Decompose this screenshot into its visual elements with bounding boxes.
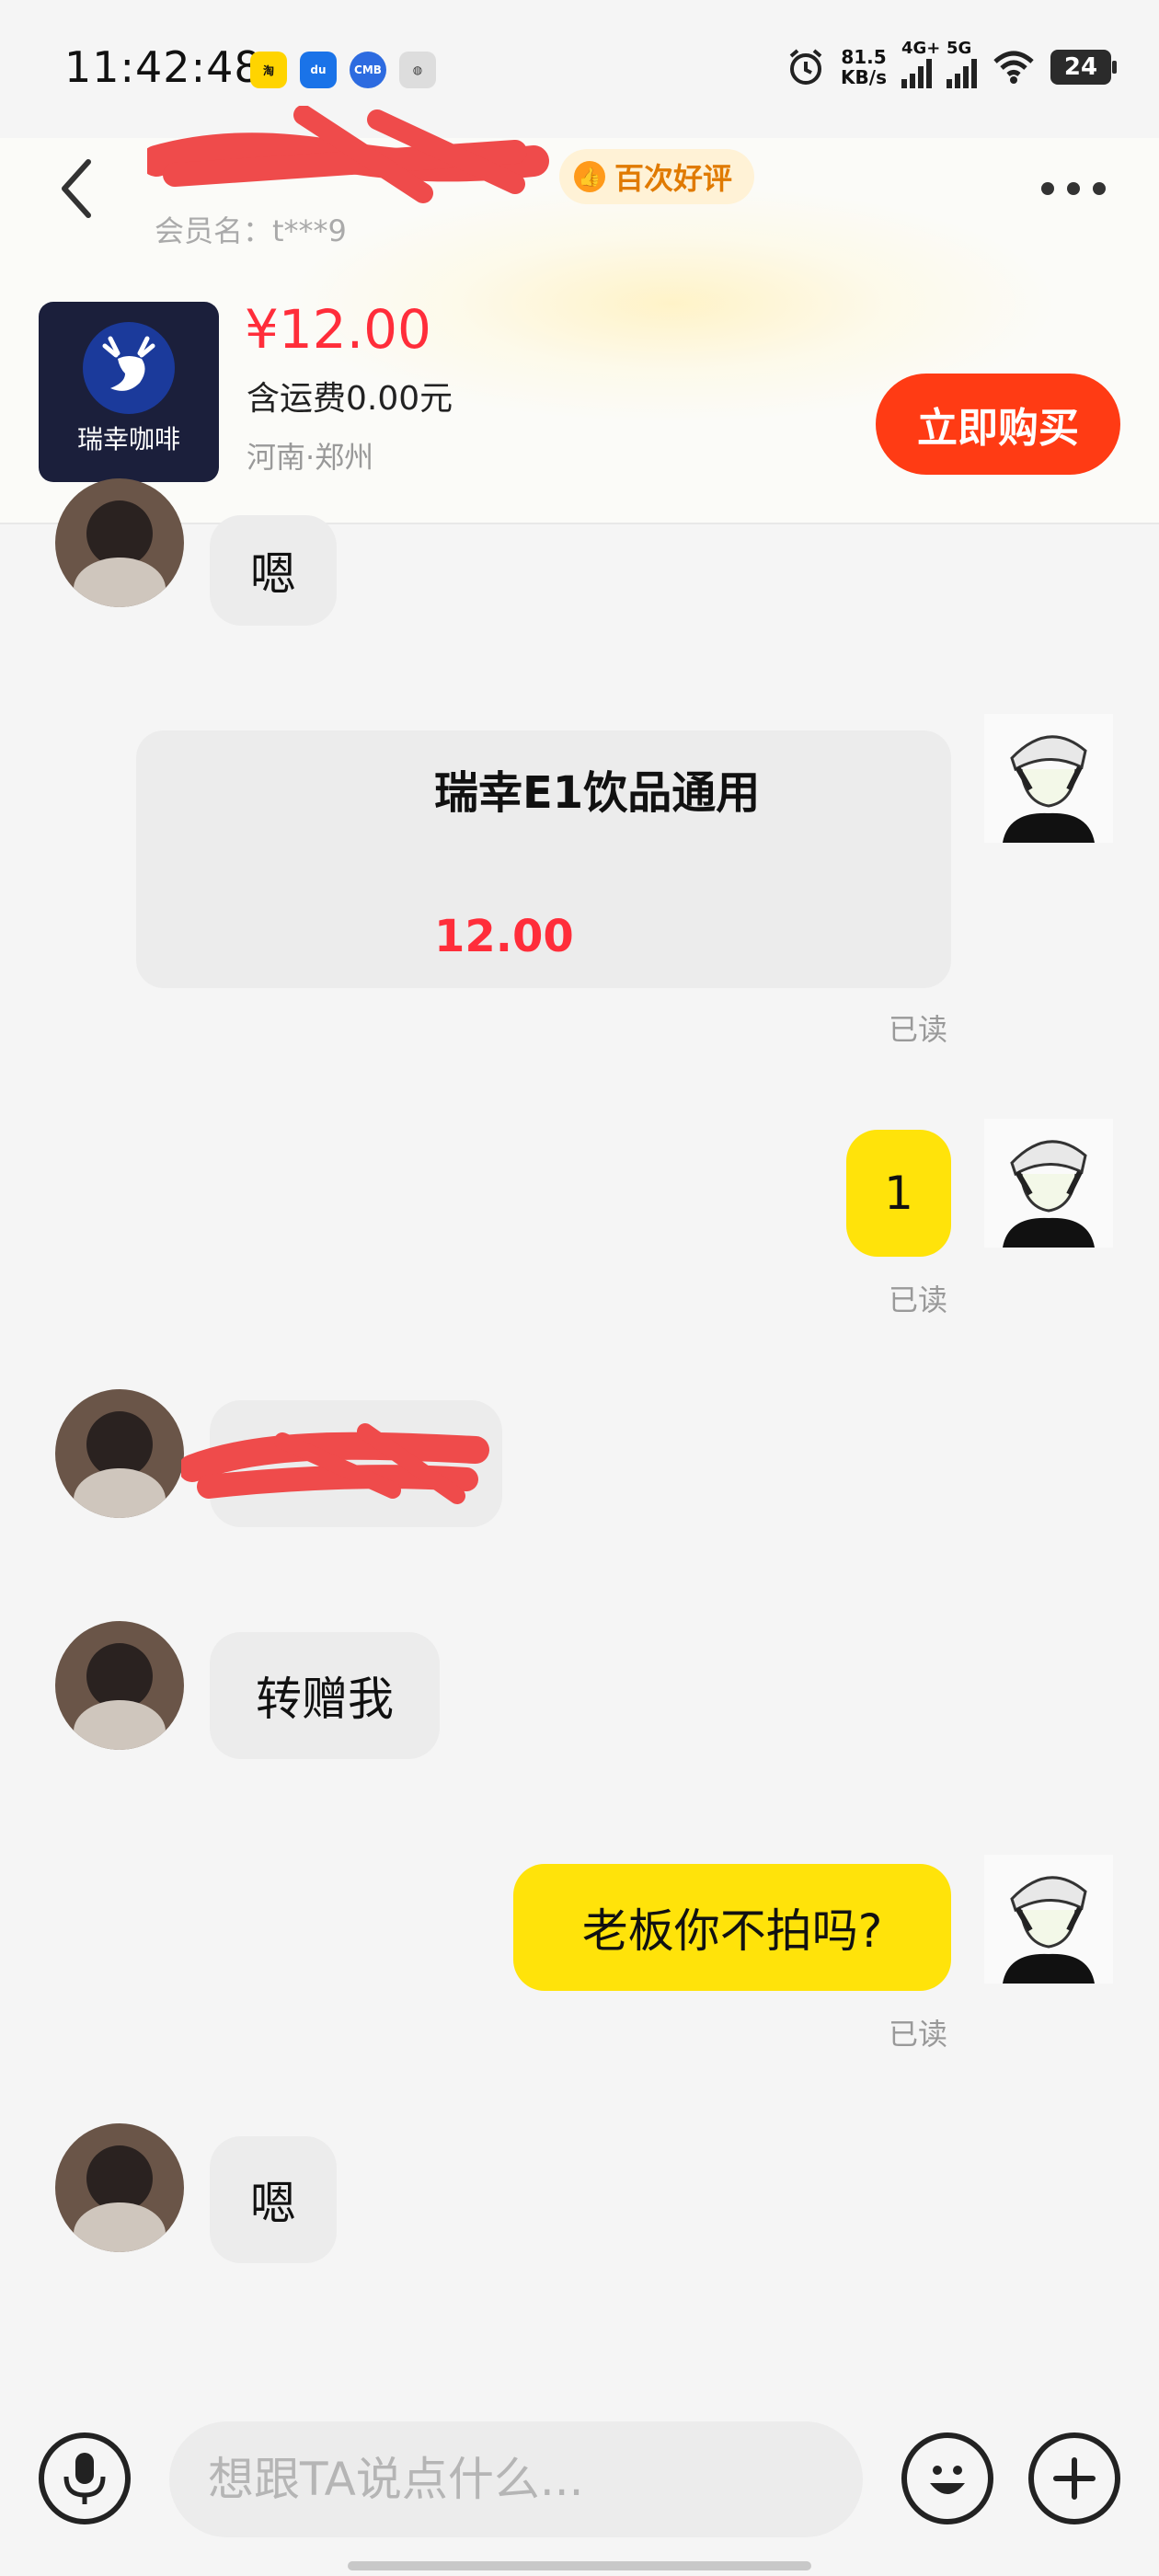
- emoji-glyph: [930, 2466, 965, 2494]
- read-receipt: 已读: [889, 2017, 948, 2052]
- wifi-icon: [993, 51, 1034, 84]
- net-speed-unit: KB/s: [841, 66, 887, 88]
- deer-icon: [102, 336, 155, 391]
- cmb-icon: CMB: [350, 52, 386, 88]
- more-dots-icon[interactable]: [1041, 182, 1106, 195]
- product-brand: 瑞幸咖啡: [76, 424, 180, 454]
- card-price: 12.00: [434, 911, 574, 962]
- read-receipt: 已读: [889, 1012, 948, 1047]
- avatar[interactable]: [55, 2123, 184, 2252]
- clock: 11:42:48: [64, 42, 262, 92]
- message-bubble-redacted[interactable]: [181, 1400, 502, 1527]
- signal-4g: 4G+: [901, 39, 940, 88]
- plus-icon[interactable]: [1028, 2432, 1120, 2524]
- emoji-icon[interactable]: [901, 2432, 993, 2524]
- message-bubble[interactable]: 转赠我: [210, 1632, 440, 1759]
- avatar[interactable]: [55, 478, 184, 607]
- product-location: 河南·郑州: [247, 440, 374, 475]
- net-speed-value: 81.5: [841, 46, 887, 68]
- my-avatar-icon: [984, 1119, 1113, 1248]
- signal-bars-icon: [947, 59, 977, 88]
- user-photo-icon: [55, 1621, 184, 1750]
- user-photo-icon: [55, 478, 184, 607]
- luckin-deer-logo: [83, 322, 175, 414]
- badge-label: 百次好评: [614, 161, 733, 196]
- member-name: 会员名：t***9: [155, 213, 347, 248]
- battery-icon: 24: [1050, 50, 1117, 85]
- message-bubble[interactable]: 嗯: [210, 2136, 337, 2263]
- du-icon: du: [300, 52, 337, 88]
- avatar[interactable]: [984, 714, 1113, 843]
- net-speed: 81.5 KB/s: [841, 47, 887, 87]
- status-indicators: 81.5 KB/s 4G+ 5G 24: [786, 39, 1117, 88]
- signal-5g: 5G: [947, 39, 977, 88]
- avatar[interactable]: [984, 1119, 1113, 1248]
- plus-glyph: [1053, 2457, 1096, 2500]
- redaction-scribble: [181, 1423, 489, 1504]
- notify-icon: ◍: [399, 52, 436, 88]
- microphone-icon[interactable]: [39, 2432, 131, 2524]
- message-input[interactable]: [169, 2421, 863, 2537]
- product-price: ¥12.00: [245, 298, 431, 361]
- my-avatar-icon: [984, 714, 1113, 843]
- message-bubble[interactable]: 老板你不拍吗?: [513, 1864, 951, 1991]
- notification-icons: 淘 du CMB ◍: [250, 52, 436, 88]
- my-avatar-icon: [984, 1855, 1113, 1984]
- rating-badge[interactable]: 👍 百次好评: [559, 149, 755, 204]
- mic-glyph: [63, 2453, 106, 2504]
- signal-bars-icon: [901, 59, 932, 88]
- user-photo-icon: [55, 1389, 184, 1518]
- message-bubble[interactable]: 1: [846, 1130, 951, 1257]
- home-indicator[interactable]: [348, 2561, 811, 2570]
- buy-now-button[interactable]: 立即购买: [876, 374, 1120, 475]
- alarm-icon: [789, 49, 822, 85]
- signal-5g-label: 5G: [947, 39, 972, 58]
- taobao-icon: 淘: [250, 52, 287, 88]
- card-title: 瑞幸E1饮品通用: [434, 767, 761, 819]
- user-photo-icon: [55, 2123, 184, 2252]
- shipping-fee: 含运费0.00元: [247, 380, 453, 418]
- seller-name-redacted: [147, 106, 549, 203]
- chevron-left-icon[interactable]: [57, 156, 94, 221]
- thumbs-up-icon: 👍: [574, 161, 605, 192]
- avatar[interactable]: [984, 1855, 1113, 1984]
- product-image[interactable]: 瑞幸咖啡: [39, 302, 219, 482]
- message-bubble[interactable]: 嗯: [210, 515, 337, 626]
- read-receipt: 已读: [889, 1282, 948, 1317]
- avatar[interactable]: [55, 1621, 184, 1750]
- signal-4g-label: 4G+: [901, 39, 941, 58]
- avatar[interactable]: [55, 1389, 184, 1518]
